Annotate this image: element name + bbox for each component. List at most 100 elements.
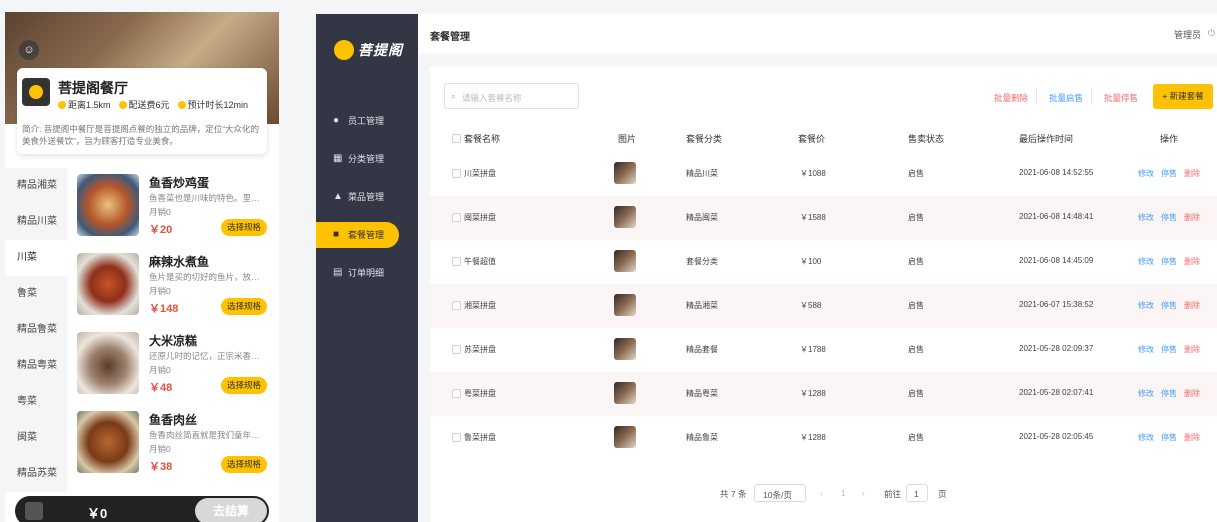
category-item[interactable]: 鲁菜 [5,276,67,312]
stop-sale-link[interactable]: 停售 [1161,168,1177,179]
dish-item[interactable]: 鱼香炒鸡蛋 鱼香菜也是川味的特色。里面无鱼… 月销0 ￥20 选择规格 [75,172,275,251]
category-item[interactable]: 精品苏菜 [5,456,67,492]
dish-image [77,411,139,473]
setmeal-category: 精品川菜 [686,169,718,178]
select-spec-button[interactable]: 选择规格 [221,456,267,473]
sale-status: 启售 [908,433,924,442]
setmeal-image [614,382,636,404]
row-checkbox[interactable] [452,389,461,398]
row-checkbox[interactable] [452,257,461,266]
select-all-checkbox[interactable] [452,134,461,143]
setmeal-category: 精品套餐 [686,345,718,354]
sidebar-item-setmeals[interactable]: ■ 套餐管理 [316,222,399,248]
distance-info: 距离1.5km [58,98,111,111]
admin-sidebar: 菩提阁 ● 员工管理 ▦ 分类管理 ▲ 菜品管理 ■ 套餐管理 ▤ 订单明细 [316,14,418,522]
table-row: 湘菜拼盘 精品湘菜 ￥588 启售 2021-06-07 15:38:52 修改… [430,284,1217,328]
location-icon [58,101,66,109]
batch-disable-button[interactable]: 批量停售 [1104,92,1138,104]
dish-price: ￥148 [149,303,179,315]
add-setmeal-button[interactable]: + 新建套餐 [1153,84,1213,109]
goto-page-input[interactable]: 1 [906,484,928,502]
doc-icon: ▤ [333,267,343,278]
logout-icon[interactable]: ⏻ [1208,28,1215,39]
edit-link[interactable]: 修改 [1138,344,1154,355]
delete-link[interactable]: 删除 [1184,388,1200,399]
dish-sales: 月销0 [149,365,171,375]
dish-sales: 月销0 [149,444,171,454]
delete-link[interactable]: 删除 [1184,344,1200,355]
dish-image [77,174,139,236]
stop-sale-link[interactable]: 停售 [1161,212,1177,223]
table-row: 闽菜拼盘 精品闽菜 ￥1588 启售 2021-06-08 14:48:41 修… [430,196,1217,240]
setmeal-category: 精品粤菜 [686,389,718,398]
setmeal-name: 川菜拼盘 [464,169,496,178]
update-time: 2021-06-08 14:45:09 [1019,256,1094,265]
setmeal-name: 粤菜拼盘 [464,389,496,398]
category-item[interactable]: 精品川菜 [5,204,67,240]
batch-enable-button[interactable]: 批量启售 [1049,92,1083,104]
sidebar-item-dishes[interactable]: ▲ 菜品管理 [316,184,418,222]
prev-page-button[interactable]: ‹ [820,488,823,498]
category-item-active[interactable]: 川菜 [5,240,67,276]
dish-item[interactable]: 鱼香肉丝 鱼香肉丝简直就是我们童年的记忆… 月销0 ￥38 选择规格 [75,409,275,488]
edit-link[interactable]: 修改 [1138,432,1154,443]
category-item[interactable]: 闽菜 [5,420,67,456]
stop-sale-link[interactable]: 停售 [1161,432,1177,443]
sidebar-item-categories[interactable]: ▦ 分类管理 [316,146,418,184]
cart-icon[interactable] [25,502,43,520]
setmeal-name: 鲁菜拼盘 [464,433,496,442]
delete-link[interactable]: 删除 [1184,168,1200,179]
next-page-button[interactable]: › [862,488,865,498]
delete-link[interactable]: 删除 [1184,300,1200,311]
stop-sale-link[interactable]: 停售 [1161,256,1177,267]
row-checkbox[interactable] [452,433,461,442]
info-icon: ● [333,115,340,126]
cart-bar: ￥0 去结算 [15,496,269,522]
row-checkbox[interactable] [452,301,461,310]
delete-link[interactable]: 删除 [1184,432,1200,443]
edit-link[interactable]: 修改 [1138,168,1154,179]
row-checkbox[interactable] [452,213,461,222]
setmeal-category: 精品鲁菜 [686,433,718,442]
select-spec-button[interactable]: 选择规格 [221,377,267,394]
setmeal-category: 精品闽菜 [686,213,718,222]
sidebar-item-orders[interactable]: ▤ 订单明细 [316,260,418,298]
delete-link[interactable]: 删除 [1184,256,1200,267]
category-item[interactable]: 精品鲁菜 [5,312,67,348]
checkout-button[interactable]: 去结算 [195,498,267,522]
category-item[interactable]: 精品湘菜 [5,168,67,204]
stop-sale-link[interactable]: 停售 [1161,344,1177,355]
divider [1091,89,1092,103]
edit-link[interactable]: 修改 [1138,300,1154,311]
fee-icon [118,101,127,109]
current-page[interactable]: 1 [841,488,846,498]
sidebar-item-employees[interactable]: ● 员工管理 [316,108,418,146]
edit-link[interactable]: 修改 [1138,388,1154,399]
delete-link[interactable]: 删除 [1184,212,1200,223]
stop-sale-link[interactable]: 停售 [1161,300,1177,311]
edit-link[interactable]: 修改 [1138,256,1154,267]
table-row: 鲁菜拼盘 精品鲁菜 ￥1288 启售 2021-05-28 02:05:45 修… [430,416,1217,460]
user-name[interactable]: 管理员 [1174,28,1201,41]
category-item[interactable]: 精品粤菜 [5,348,67,384]
batch-delete-button[interactable]: 批量删除 [994,92,1028,104]
dish-item[interactable]: 麻辣水煮鱼 鱼片是买的切好的鱼片，放的时候… 月销0 ￥148 选择规格 [75,251,275,330]
update-time: 2021-05-28 02:07:41 [1019,388,1094,397]
page-size-select[interactable]: 10条/页 [754,484,806,502]
dish-name: 鱼香炒鸡蛋 [149,176,210,190]
stop-sale-link[interactable]: 停售 [1161,388,1177,399]
select-spec-button[interactable]: 选择规格 [221,219,267,236]
category-item[interactable]: 粤菜 [5,384,67,420]
setmeal-image [614,294,636,316]
row-checkbox[interactable] [452,345,461,354]
user-icon[interactable]: ☺ [19,40,39,60]
dish-desc: 鱼香肉丝简直就是我们童年的记忆… [149,430,265,440]
search-input[interactable]: ⌕ 请输入套餐名称 [444,83,579,109]
update-time: 2021-05-28 02:05:45 [1019,432,1094,441]
row-checkbox[interactable] [452,169,461,178]
dish-item[interactable]: 大米凉糕 还原儿时的记忆，正宗米香糕… 月销0 ￥48 选择规格 [75,330,275,409]
setmeal-price: ￥1288 [800,389,826,398]
edit-link[interactable]: 修改 [1138,212,1154,223]
shop-meta: 距离1.5km 配送费6元 预计时长12min [58,98,248,111]
select-spec-button[interactable]: 选择规格 [221,298,267,315]
